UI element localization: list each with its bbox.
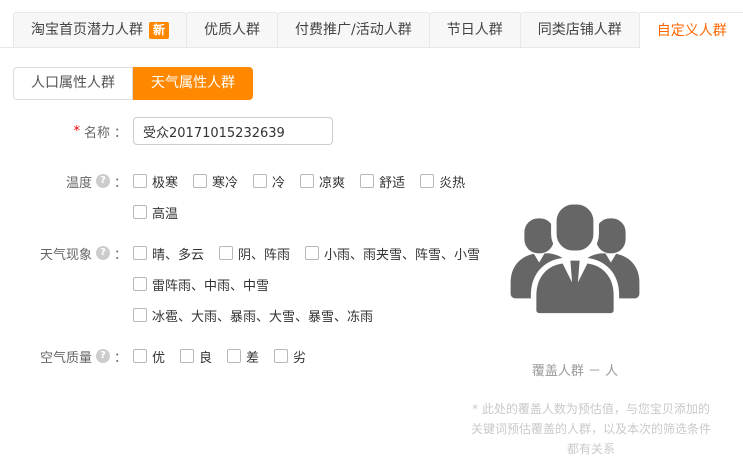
checkbox-option[interactable]: 良 xyxy=(180,347,212,366)
checkbox-option[interactable]: 高温 xyxy=(133,203,178,222)
checkbox[interactable] xyxy=(133,349,147,363)
subtab-label: 人口属性人群 xyxy=(31,75,115,91)
weather-phenomena-label: 天气现象 ? ： xyxy=(0,242,133,264)
checkbox[interactable] xyxy=(133,246,147,260)
checkbox-option[interactable]: 差 xyxy=(227,347,259,366)
checkbox-label: 阴、阵雨 xyxy=(238,244,290,263)
tab-festival-audience[interactable]: 节日人群 xyxy=(429,12,521,47)
checkbox-label: 炎热 xyxy=(439,172,465,191)
checkbox[interactable] xyxy=(193,174,207,188)
checkbox[interactable] xyxy=(133,174,147,188)
checkbox-label: 优 xyxy=(152,347,165,366)
checkbox[interactable] xyxy=(420,174,434,188)
footnote-line: 都有关系 xyxy=(440,440,742,460)
checkbox-option[interactable]: 极寒 xyxy=(133,172,178,191)
checkbox-option[interactable]: 凉爽 xyxy=(300,172,345,191)
checkbox-option[interactable]: 优 xyxy=(133,347,165,366)
checkbox[interactable] xyxy=(133,308,147,322)
checkbox-label: 凉爽 xyxy=(319,172,345,191)
tab-similar-shop-audience[interactable]: 同类店铺人群 xyxy=(520,12,640,47)
footnote-line: 关键词预估覆盖的人群，以及本次的筛选条件 xyxy=(440,420,742,440)
checkbox-label: 良 xyxy=(199,347,212,366)
coverage-panel: 覆盖人群 － 人 xyxy=(455,198,695,379)
checkbox-label: 寒冷 xyxy=(212,172,238,191)
temperature-line-1: 极寒 寒冷 冷 凉爽 舒适 炎热 xyxy=(133,170,743,192)
checkbox[interactable] xyxy=(360,174,374,188)
checkbox-option[interactable]: 炎热 xyxy=(420,172,465,191)
subtab-demographic-audience[interactable]: 人口属性人群 xyxy=(13,67,133,100)
checkbox-label: 冰雹、大雨、暴雨、大雪、暴雪、冻雨 xyxy=(152,306,373,325)
checkbox-label: 舒适 xyxy=(379,172,405,191)
checkbox[interactable] xyxy=(180,349,194,363)
tab-custom-audience[interactable]: 自定义人群 xyxy=(639,12,743,48)
checkbox[interactable] xyxy=(133,205,147,219)
checkbox-option[interactable]: 晴、多云 xyxy=(133,244,204,263)
checkbox[interactable] xyxy=(219,246,233,260)
new-badge: 新 xyxy=(149,22,169,39)
subtab-label: 天气属性人群 xyxy=(151,75,235,91)
checkbox-label: 差 xyxy=(246,347,259,366)
checkbox-label: 高温 xyxy=(152,203,178,222)
tab-taobao-homepage-potential[interactable]: 淘宝首页潜力人群 新 xyxy=(13,12,187,47)
air-quality-label: 空气质量 ? ： xyxy=(0,345,133,367)
checkbox-option[interactable]: 寒冷 xyxy=(193,172,238,191)
custom-audience-page: 淘宝首页潜力人群 新 优质人群 付费推广/活动人群 节日人群 同类店铺人群 自定… xyxy=(0,0,743,463)
footnote-line: * 此处的覆盖人数为预估值，与您宝贝添加的 xyxy=(440,400,742,420)
checkbox-label: 极寒 xyxy=(152,172,178,191)
checkbox-label: 雷阵雨、中雨、中雪 xyxy=(152,275,269,294)
tab-label: 优质人群 xyxy=(204,13,260,47)
checkbox-option[interactable]: 小雨、雨夹雪、阵雪、小雪 xyxy=(305,244,480,263)
checkbox[interactable] xyxy=(133,277,147,291)
checkbox[interactable] xyxy=(274,349,288,363)
checkbox-option[interactable]: 冷 xyxy=(253,172,285,191)
checkbox[interactable] xyxy=(305,246,319,260)
checkbox-label: 冷 xyxy=(272,172,285,191)
temperature-label: 温度 ? ： xyxy=(0,170,133,192)
tab-label: 同类店铺人群 xyxy=(538,13,622,47)
checkbox-label: 晴、多云 xyxy=(152,244,204,263)
checkbox-option[interactable]: 舒适 xyxy=(360,172,405,191)
checkbox-option[interactable]: 劣 xyxy=(274,347,306,366)
checkbox-option[interactable]: 阴、阵雨 xyxy=(219,244,290,263)
help-icon[interactable]: ? xyxy=(96,349,110,363)
help-icon[interactable]: ? xyxy=(96,246,110,260)
tab-paid-promotion-activity[interactable]: 付费推广/活动人群 xyxy=(277,12,430,47)
attribute-subtabs: 人口属性人群 天气属性人群 xyxy=(13,67,743,100)
tab-label: 自定义人群 xyxy=(657,14,727,48)
name-row: * 名称 ： xyxy=(0,117,743,145)
checkbox-label: 劣 xyxy=(293,347,306,366)
people-group-icon xyxy=(506,198,644,316)
checkbox[interactable] xyxy=(227,349,241,363)
subtab-weather-audience[interactable]: 天气属性人群 xyxy=(133,67,253,100)
checkbox[interactable] xyxy=(253,174,267,188)
checkbox[interactable] xyxy=(300,174,314,188)
audience-name-input[interactable] xyxy=(133,117,333,145)
audience-tabbar: 淘宝首页潜力人群 新 优质人群 付费推广/活动人群 节日人群 同类店铺人群 自定… xyxy=(0,12,743,48)
tab-label: 节日人群 xyxy=(447,13,503,47)
coverage-footnote: * 此处的覆盖人数为预估值，与您宝贝添加的 关键词预估覆盖的人群，以及本次的筛选… xyxy=(440,400,742,459)
checkbox-option[interactable]: 雷阵雨、中雨、中雪 xyxy=(133,275,269,294)
tab-label: 淘宝首页潜力人群 xyxy=(31,13,143,47)
help-icon[interactable]: ? xyxy=(96,174,110,188)
tab-label: 付费推广/活动人群 xyxy=(295,13,412,47)
coverage-caption: 覆盖人群 － 人 xyxy=(455,360,695,379)
required-mark: * xyxy=(73,124,80,139)
checkbox-option[interactable]: 冰雹、大雨、暴雨、大雪、暴雪、冻雨 xyxy=(133,306,373,325)
name-label: * 名称 ： xyxy=(0,117,133,145)
tab-premium-audience[interactable]: 优质人群 xyxy=(186,12,278,47)
